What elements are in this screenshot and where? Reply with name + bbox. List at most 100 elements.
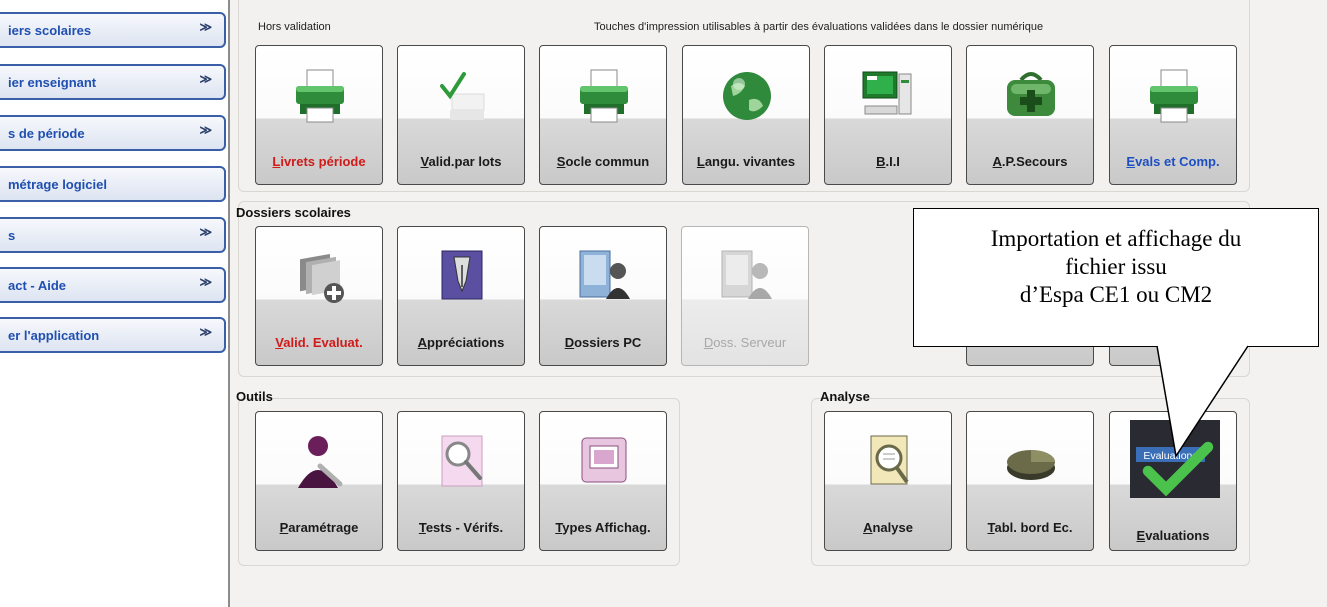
evals-et-comp-button[interactable]: Evals et Comp. <box>1109 45 1237 185</box>
sidebar-item-contact-aide[interactable]: act - Aide ≫ <box>0 267 226 303</box>
tile-label-accelerator: V <box>420 154 429 169</box>
valid-par-lots-button[interactable]: Valid.par lots <box>397 45 525 185</box>
sidebar-item-label: s de période <box>8 125 85 141</box>
checkmark-icon <box>440 72 485 120</box>
pen-nib-icon <box>441 250 483 300</box>
tile-label: Analyse <box>825 520 951 535</box>
langues-vivantes-button[interactable]: Langu. vivantes <box>682 45 810 185</box>
sidebar-item-quitter-application[interactable]: er l'application ≫ <box>0 317 226 353</box>
chevron-down-icon: ≫ <box>199 123 212 137</box>
tile-label: Dossiers PC <box>540 335 666 350</box>
tile-label-text: vals et Comp. <box>1135 154 1220 169</box>
computer-icon <box>862 71 912 115</box>
tile-label-text: ossiers PC <box>574 335 642 350</box>
folder-user-icon <box>721 250 772 299</box>
sidebar-item-label: act - Aide <box>8 277 67 293</box>
impressions-subtitle-left: Hors validation <box>258 21 331 33</box>
socle-commun-button[interactable]: Socle commun <box>539 45 667 185</box>
tile-label-text: alid. Evaluat. <box>283 335 363 350</box>
tile-label: Socle commun <box>540 154 666 169</box>
chevron-down-icon: ≫ <box>199 325 212 339</box>
callout-line: d’Espa CE1 ou CM2 <box>1019 282 1213 307</box>
callout-line: Importation et affichage du <box>990 226 1242 251</box>
bii-button[interactable]: B.I.I <box>824 45 952 185</box>
tile-label-text: angu. vivantes <box>704 154 796 169</box>
tile-label: Doss. Serveur <box>682 335 808 350</box>
analyse-title: Analyse <box>820 389 870 404</box>
sidebar-item-label: s <box>8 227 16 243</box>
magnifier-icon <box>441 435 483 487</box>
tile-label: Types Affichag. <box>540 520 666 535</box>
sidebar-item-label: ier enseignant <box>8 74 97 90</box>
valid-evaluat-button[interactable]: Valid. Evaluat. <box>255 226 383 366</box>
tile-label: Evals et Comp. <box>1110 154 1236 169</box>
tile-label: Langu. vivantes <box>683 154 809 169</box>
analyse-button[interactable]: Analyse <box>824 411 952 551</box>
annotation-callout: Importation et affichage du fichier issu… <box>913 208 1319 347</box>
tests-verifs-button[interactable]: Tests - Vérifs. <box>397 411 525 551</box>
sidebar: iers scolaires ≫ ier enseignant ≫ s de p… <box>0 0 228 607</box>
sidebar-item-label: iers scolaires <box>8 22 92 38</box>
ap-secours-button[interactable]: A.P.Secours <box>966 45 1094 185</box>
chevron-down-icon: ≫ <box>199 225 212 239</box>
pie-chart-icon <box>1007 450 1055 480</box>
chevron-down-icon: ≫ <box>199 72 212 86</box>
dossiers-pc-button[interactable]: Dossiers PC <box>539 226 667 366</box>
folder-user-icon <box>579 250 630 299</box>
sidebar-item-dossiers-scolaires[interactable]: iers scolaires ≫ <box>0 12 226 48</box>
sidebar-item-label: er l'application <box>8 327 100 343</box>
folders-add-icon <box>300 253 344 303</box>
tile-label-accelerator: A <box>992 154 1002 169</box>
tile-label: B.I.I <box>825 154 951 169</box>
document-magnifier-icon <box>870 435 909 485</box>
sidebar-item-outils[interactable]: s ≫ <box>0 217 226 253</box>
livrets-periode-button[interactable]: Livrets période <box>255 45 383 185</box>
chevron-down-icon: ≫ <box>199 275 212 289</box>
tile-label: Appréciations <box>398 335 524 350</box>
tile-label-accelerator: P <box>279 520 289 535</box>
tile-label-text: .P.Secours <box>1001 154 1068 169</box>
tile-label-text: ivrets période <box>280 154 366 169</box>
tableau-bord-button[interactable]: Tabl. bord Ec. <box>966 411 1094 551</box>
sidebar-item-fins-de-periode[interactable]: s de période ≫ <box>0 115 226 151</box>
first-aid-bag-icon <box>1007 72 1055 116</box>
tile-label-accelerator: T <box>418 520 426 535</box>
user-settings-icon <box>298 436 343 488</box>
globe-icon <box>723 72 771 120</box>
tile-label-accelerator: D <box>703 335 714 350</box>
outils-title: Outils <box>236 389 273 404</box>
tile-label: Tests - Vérifs. <box>398 520 524 535</box>
tile-label: Paramétrage <box>256 520 382 535</box>
tile-label: A.P.Secours <box>967 154 1093 169</box>
parametrage-button[interactable]: Paramétrage <box>255 411 383 551</box>
printer-icon <box>580 69 628 123</box>
impressions-subtitle-right: Touches d'impression utilisables à parti… <box>594 21 1044 33</box>
tile-label: Valid. Evaluat. <box>256 335 382 350</box>
display-icon <box>581 437 627 483</box>
tile-label: Evaluations <box>1110 528 1236 543</box>
evaluations-button[interactable]: Evaluations Evaluations <box>1109 411 1237 551</box>
tile-label-text: ppréciations <box>427 335 505 350</box>
tile-label-text: aramétrage <box>288 520 359 535</box>
sidebar-item-parametrage-logiciel[interactable]: métrage logiciel <box>0 166 226 202</box>
sidebar-item-label: métrage logiciel <box>8 176 107 192</box>
tile-label-accelerator: E <box>1136 528 1146 543</box>
tile-label: Valid.par lots <box>398 154 524 169</box>
callout-line: fichier issu <box>1065 254 1167 279</box>
tile-label-accelerator: E <box>1126 154 1136 169</box>
tile-label-text: ocle commun <box>565 154 650 169</box>
tile-label-accelerator: A <box>417 335 428 350</box>
tile-label-text: valuations <box>1145 528 1210 543</box>
tile-label-text: nalyse <box>872 520 913 535</box>
doss-serveur-button[interactable]: Doss. Serveur <box>681 226 809 366</box>
types-affichage-button[interactable]: Types Affichag. <box>539 411 667 551</box>
tile-label: Livrets période <box>256 154 382 169</box>
tile-label-accelerator: L <box>696 154 705 169</box>
evaluations-icon: Evaluations <box>1130 420 1220 498</box>
printer-icon <box>1150 69 1198 123</box>
tile-label-accelerator: D <box>564 335 575 350</box>
tile-label-text: abl. bord Ec. <box>994 520 1073 535</box>
sidebar-item-dossier-enseignant[interactable]: ier enseignant ≫ <box>0 64 226 100</box>
appreciations-button[interactable]: Appréciations <box>397 226 525 366</box>
printer-icon <box>296 69 344 123</box>
